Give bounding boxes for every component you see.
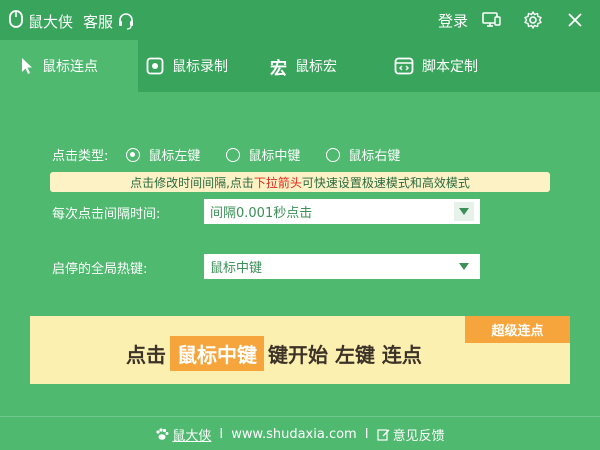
interval-label: 每次点击间隔时间: [52,207,161,222]
footer-brand: 鼠大侠 [172,428,212,444]
script-icon [394,57,422,75]
radio-label: 鼠标右键 [348,149,401,164]
banner-hotkey: 鼠标中键 [170,336,264,371]
banner-prefix: 点击 [126,343,166,367]
app-brand: 鼠大侠 客服 [8,9,135,33]
tab-label: 脚本定制 [422,59,478,75]
macro-icon: 宏 [270,58,287,79]
hotkey-select[interactable]: 鼠标中键 [204,254,480,279]
radio-middle-button[interactable]: 鼠标中键 [226,145,300,164]
footer-divider [0,416,600,417]
app-title: 鼠大侠 [28,12,74,31]
interval-value: 间隔0.001秒点击 [210,206,313,221]
click-type-label: 点击类型: [52,149,109,164]
edit-icon [376,428,390,441]
radio-left-button[interactable]: 鼠标左键 [126,145,200,164]
radio-right-button[interactable]: 鼠标右键 [326,145,400,164]
tab-script-custom[interactable]: 脚本定制 [382,40,522,92]
footer-brand-link[interactable]: 鼠大侠 [155,425,211,444]
customer-service-button[interactable]: 客服 [83,11,135,32]
paw-icon [155,427,169,441]
dropdown-arrow-icon[interactable] [454,202,474,221]
banner-suffix: 键开始 左键 连点 [268,343,422,367]
hotkey-value: 鼠标中键 [210,261,263,276]
gear-icon[interactable] [522,9,544,31]
record-icon [146,57,172,75]
feedback-link[interactable]: 意见反馈 [376,425,445,444]
footer: 鼠大侠 I www.shudaxia.com I 意见反馈 [0,420,600,448]
cursor-icon [20,57,42,75]
feedback-label: 意见反馈 [392,428,445,444]
main-tabs: 鼠标连点 鼠标录制 宏 鼠标宏 脚本定制 [0,40,600,92]
title-bar: 鼠大侠 客服 登录 [0,0,600,40]
banner-text: 点击 鼠标中键 键开始 左键 连点 [126,336,422,371]
radio-dot-selected [126,147,141,162]
start-hint-banner: 超级连点 点击 鼠标中键 键开始 左键 连点 [30,316,570,384]
service-label: 客服 [83,12,114,31]
tip-text-before: 点击修改时间间隔,点击 [130,175,254,190]
super-click-badge: 超级连点 [465,316,570,343]
close-icon[interactable] [564,9,586,31]
tip-text-after: 可快速设置极速模式和高效模式 [301,175,470,190]
footer-separator: I [364,426,369,442]
tab-label: 鼠标录制 [172,59,228,75]
login-button[interactable]: 登录 [438,10,468,31]
hotkey-label: 启停的全局热键: [52,262,148,277]
mouse-logo-icon [8,9,24,33]
dropdown-arrow-icon[interactable] [454,257,474,276]
tab-label: 鼠标连点 [42,59,98,75]
tab-label: 鼠标宏 [295,59,337,75]
tab-mouse-record[interactable]: 鼠标录制 [138,40,260,92]
footer-separator: I [219,426,224,442]
tab-mouse-macro[interactable]: 宏 鼠标宏 [260,40,382,92]
radio-label: 鼠标中键 [248,149,301,164]
tip-highlight: 下拉箭头 [253,175,302,190]
radio-label: 鼠标左键 [148,149,201,164]
radio-dot [326,147,341,162]
interval-select[interactable]: 间隔0.001秒点击 [204,199,480,224]
monitor-icon[interactable] [480,9,502,31]
footer-site-link[interactable]: www.shudaxia.com [231,427,356,442]
radio-dot [226,147,241,162]
click-type-row: 点击类型: 鼠标左键 鼠标中键 鼠标右键 [52,145,426,164]
headset-icon [117,12,135,30]
tip-banner: 点击修改时间间隔,点击 下拉箭头 可快速设置极速模式和高效模式 [50,172,550,192]
tab-mouse-autoclick[interactable]: 鼠标连点 [0,40,138,92]
